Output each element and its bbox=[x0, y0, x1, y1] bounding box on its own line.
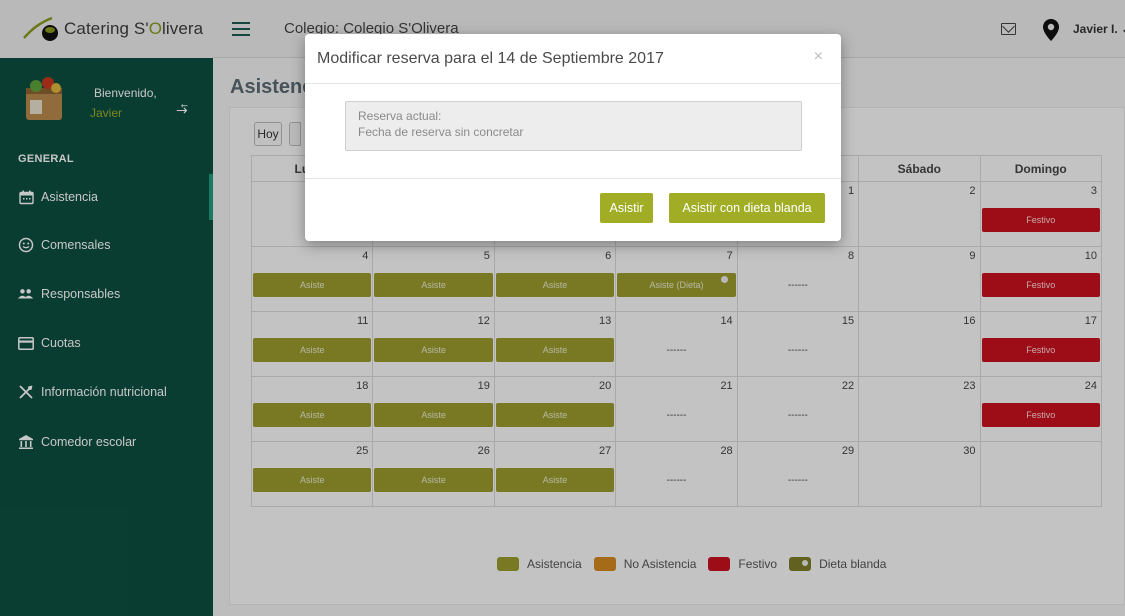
modal-header: Modificar reserva para el 14 de Septiemb… bbox=[305, 34, 841, 84]
modify-booking-modal: Modificar reserva para el 14 de Septiemb… bbox=[305, 34, 841, 241]
modal-title: Modificar reserva para el 14 de Septiemb… bbox=[317, 50, 664, 67]
asistir-dieta-button[interactable]: Asistir con dieta blanda bbox=[669, 193, 825, 223]
modal-footer: Asistir Asistir con dieta blanda bbox=[305, 178, 841, 241]
close-icon[interactable]: × bbox=[814, 48, 823, 66]
asistir-button[interactable]: Asistir bbox=[600, 193, 653, 223]
current-booking-field[interactable]: Reserva actual: Fecha de reserva sin con… bbox=[345, 101, 802, 151]
